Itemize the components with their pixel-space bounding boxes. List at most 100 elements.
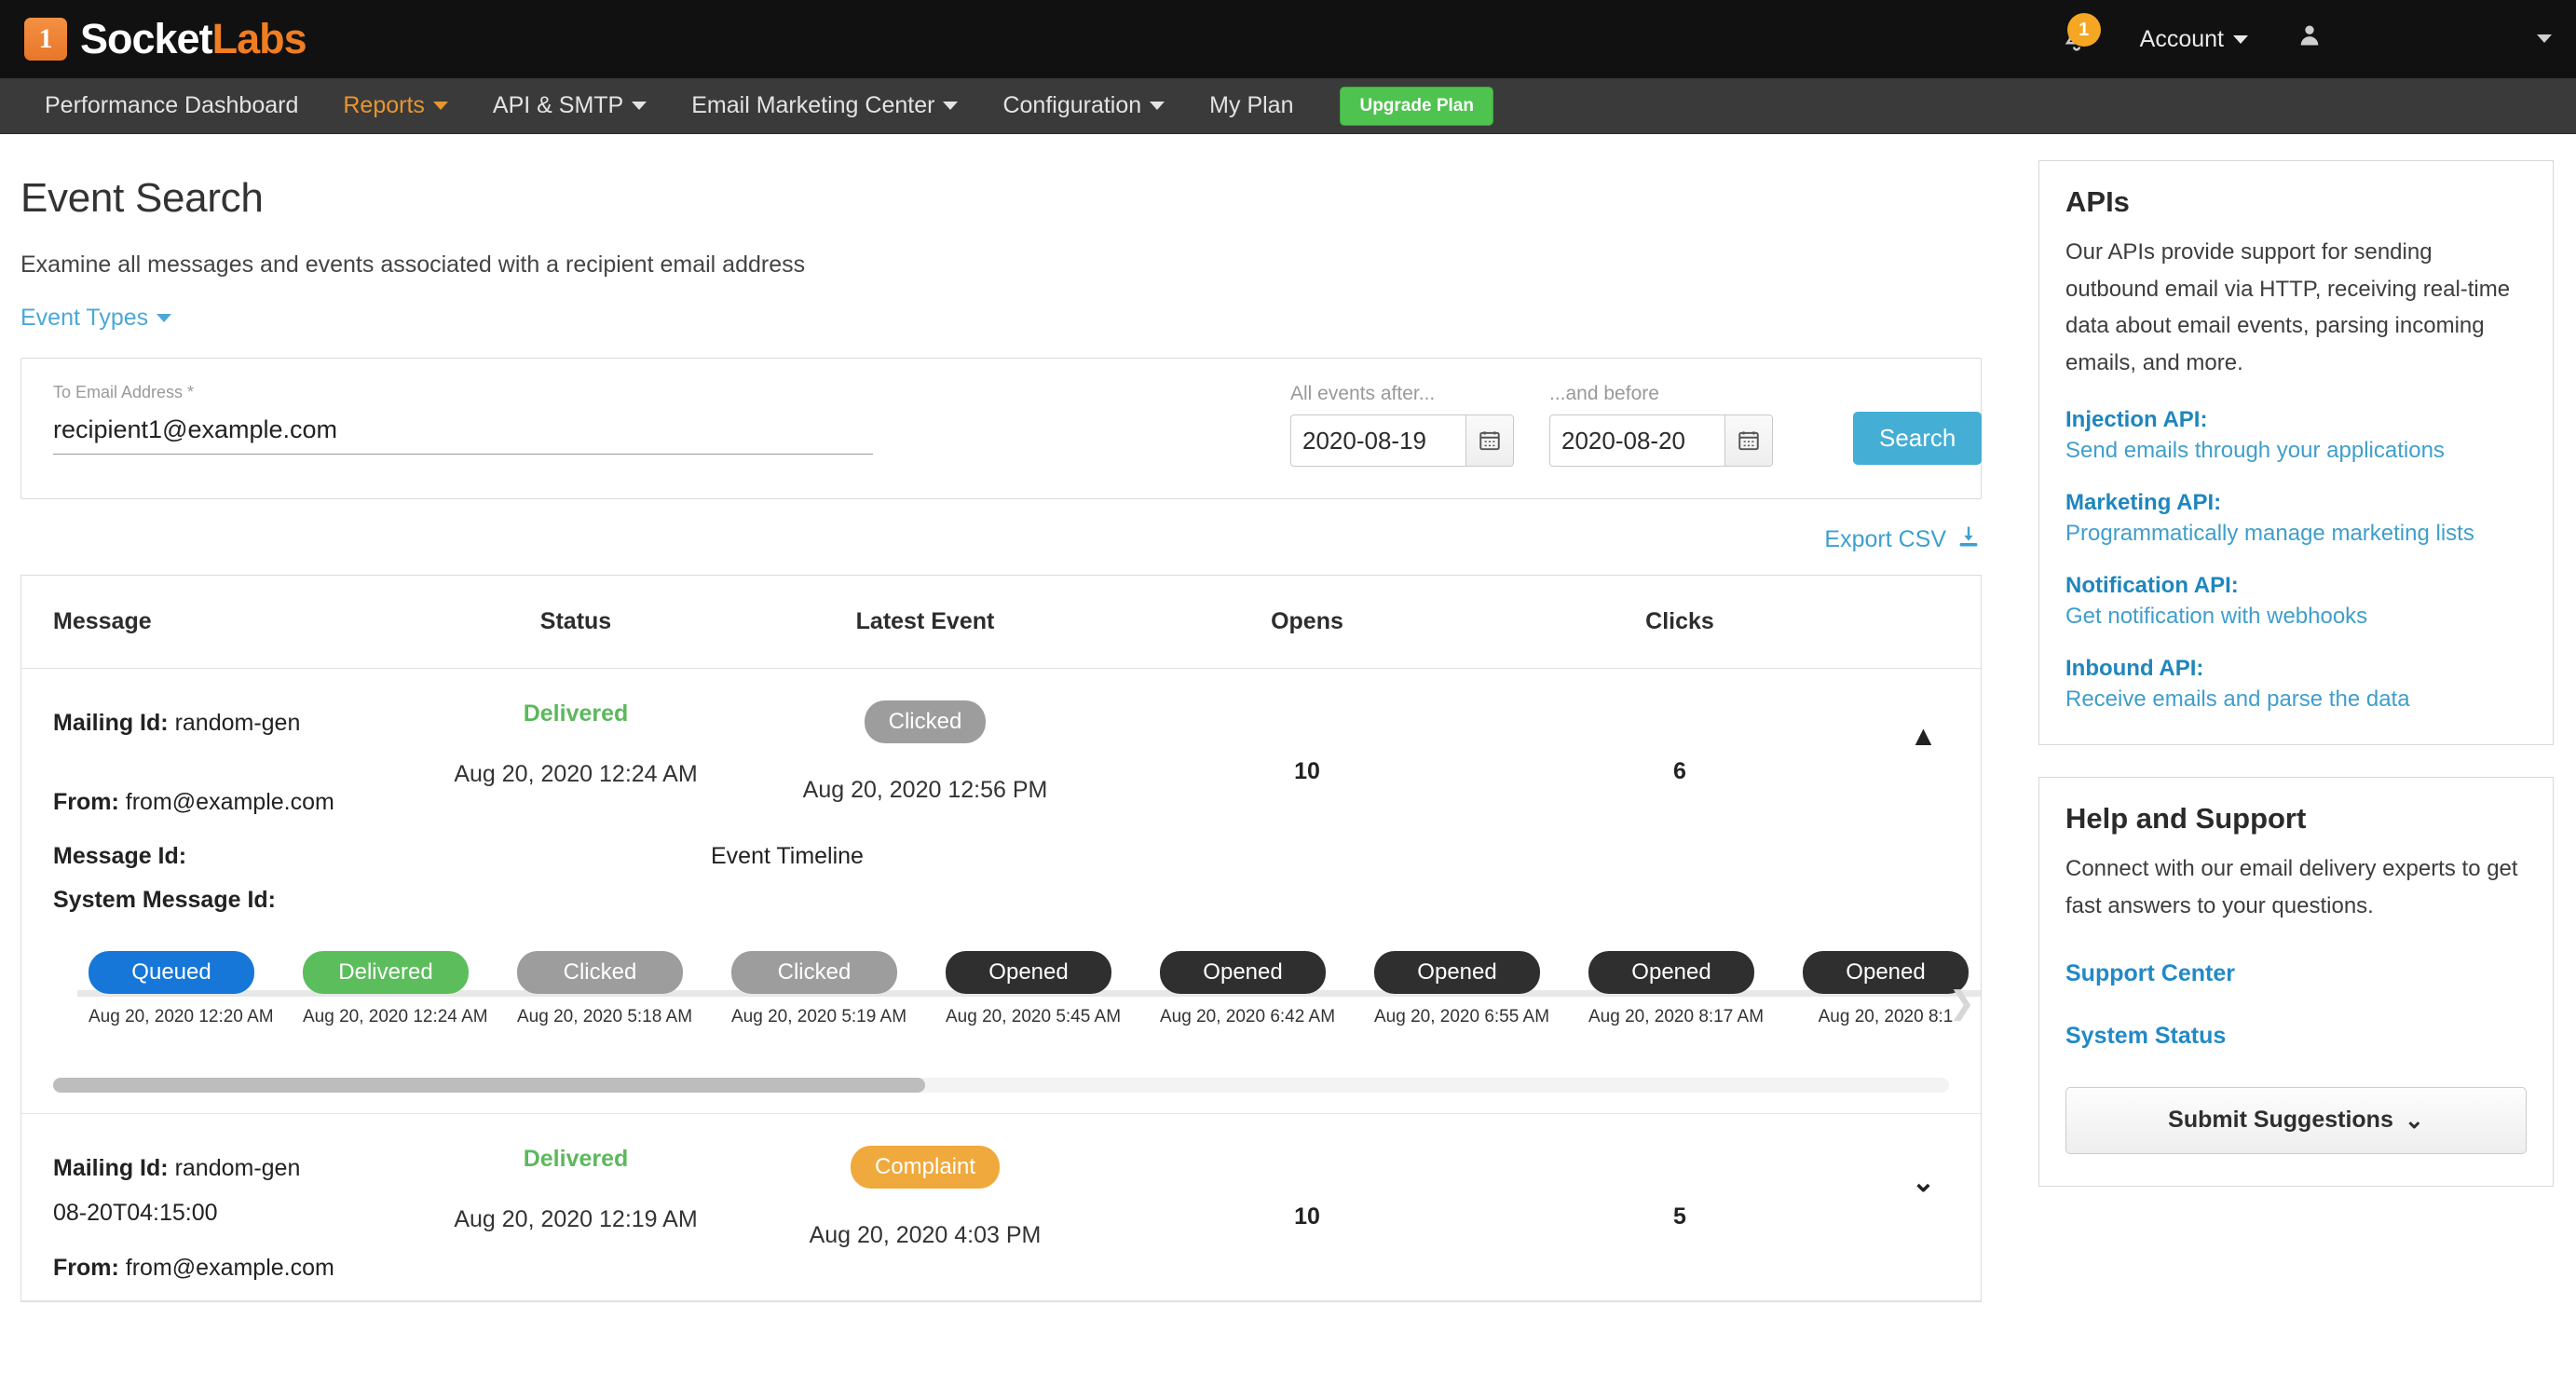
status-badge: Delivered xyxy=(523,700,629,727)
nav-label: My Plan xyxy=(1209,92,1294,118)
timeline-item[interactable]: Opened Aug 20, 2020 8:1 xyxy=(1803,950,1969,1027)
submit-suggestions-button[interactable]: Submit Suggestions ⌄ xyxy=(2065,1086,2527,1154)
logo-glyph: 1 xyxy=(38,23,53,54)
chevron-down-icon xyxy=(157,314,172,322)
timeline-item[interactable]: Queued Aug 20, 2020 12:20 AM xyxy=(89,950,274,1027)
email-field-group: To Email Address * xyxy=(53,383,873,455)
timeline-event-badge: Queued xyxy=(89,950,254,994)
status-badge: Delivered xyxy=(523,1145,629,1172)
column-header-message: Message xyxy=(53,608,152,634)
header-right-controls: 1 Account xyxy=(2047,0,2552,78)
events-after-datepicker[interactable]: 2020-08-19 xyxy=(1290,415,1514,467)
chevron-down-icon[interactable]: ⌄ xyxy=(1912,1166,1935,1291)
date-range-group: All events after... 2020-08-19 ...and be… xyxy=(1290,383,1983,467)
latest-event-badge: Complaint xyxy=(850,1145,1001,1189)
timeline-item[interactable]: Delivered Aug 20, 2020 12:24 AM xyxy=(303,950,488,1027)
page-subtitle: Examine all messages and events associat… xyxy=(20,251,806,278)
timeline-item[interactable]: Opened Aug 20, 2020 6:55 AM xyxy=(1374,950,1550,1027)
from-line: From: from@example.com xyxy=(53,780,422,825)
search-button[interactable]: Search xyxy=(1853,412,1983,465)
timeline-item[interactable]: Opened Aug 20, 2020 5:45 AM xyxy=(946,950,1121,1027)
nav-label: API & SMTP xyxy=(492,92,624,118)
brand-logo[interactable]: 1 SocketLabs xyxy=(24,15,307,63)
api-link-inbound[interactable]: Inbound API: Receive emails and parse th… xyxy=(2065,656,2527,713)
socketlabs-logo-icon: 1 xyxy=(24,18,67,61)
calendar-icon[interactable] xyxy=(1465,415,1514,467)
event-types-filter-toggle[interactable]: Event Types xyxy=(20,305,172,332)
user-avatar-icon[interactable] xyxy=(2297,21,2323,57)
clicks-cell: 6 xyxy=(1673,758,1686,784)
timeline-item[interactable]: Clicked Aug 20, 2020 5:19 AM xyxy=(731,950,906,1027)
from-label: From: xyxy=(53,788,119,815)
event-timeline-title: Event Timeline xyxy=(711,842,864,869)
email-field-label: To Email Address * xyxy=(53,383,195,401)
column-header-clicks: Clicks xyxy=(1645,608,1714,634)
logo-word-socket: Socket xyxy=(80,15,213,62)
download-icon xyxy=(1956,523,1982,556)
message-ids-block: Message Id: System Message Id: Event Tim… xyxy=(21,835,1981,923)
api-link-name: Marketing API: xyxy=(2065,490,2222,516)
system-message-id-label: System Message Id: xyxy=(53,887,276,913)
event-timeline[interactable]: Queued Aug 20, 2020 12:20 AM Delivered A… xyxy=(21,950,1981,1053)
calendar-icon[interactable] xyxy=(1724,415,1773,467)
apis-card-description: Our APIs provide support for sending out… xyxy=(2065,239,2511,375)
row-toggle-cell[interactable]: ⌄ xyxy=(1866,1146,1981,1291)
timeline-item[interactable]: Opened Aug 20, 2020 8:17 AM xyxy=(1588,950,1764,1027)
right-sidebar: APIs Our APIs provide support for sendin… xyxy=(2012,134,2576,1400)
nav-label: Configuration xyxy=(1002,92,1142,118)
chevron-up-icon[interactable]: ▲ xyxy=(1910,721,1938,825)
results-table: Message Status Latest Event Opens Clicks… xyxy=(20,575,1982,1302)
account-menu[interactable]: Account xyxy=(2140,26,2248,53)
nav-item-my-plan[interactable]: My Plan xyxy=(1187,78,1315,133)
notifications-button[interactable]: 1 xyxy=(2047,11,2106,67)
timeline-event-badge: Delivered xyxy=(303,950,469,994)
nav-item-api-smtp[interactable]: API & SMTP xyxy=(470,78,669,133)
nav-item-performance-dashboard[interactable]: Performance Dashboard xyxy=(22,78,320,133)
timeline-event-date: Aug 20, 2020 12:24 AM xyxy=(303,1006,488,1026)
timeline-event-badge: Clicked xyxy=(731,950,897,994)
nav-item-reports[interactable]: Reports xyxy=(320,78,470,133)
chevron-down-icon xyxy=(943,102,959,110)
page-title: Event Search xyxy=(20,175,264,221)
help-card-title: Help and Support xyxy=(2065,802,2307,836)
timeline-event-badge: Opened xyxy=(1160,950,1326,994)
scrollbar-thumb[interactable] xyxy=(53,1077,926,1093)
account-menu-label: Account xyxy=(2139,25,2224,52)
timeline-horizontal-scrollbar[interactable] xyxy=(53,1077,1949,1093)
nav-item-configuration[interactable]: Configuration xyxy=(980,78,1187,133)
events-after-value[interactable]: 2020-08-19 xyxy=(1290,415,1465,467)
timeline-event-date: Aug 20, 2020 6:55 AM xyxy=(1374,1006,1550,1026)
table-row-summary: Mailing Id: random-gen From: from@exampl… xyxy=(21,669,1981,835)
timeline-next-arrow-icon[interactable]: ❯ xyxy=(1949,985,1976,1022)
nav-label: Reports xyxy=(343,92,425,118)
api-link-injection[interactable]: Injection API: Send emails through your … xyxy=(2065,407,2527,464)
events-before-datepicker[interactable]: 2020-08-20 xyxy=(1549,415,1773,467)
events-after-label: All events after... xyxy=(1290,383,1436,404)
timeline-item[interactable]: Opened Aug 20, 2020 6:42 AM xyxy=(1160,950,1335,1027)
events-before-value[interactable]: 2020-08-20 xyxy=(1549,415,1724,467)
table-row[interactable]: Mailing Id: random-gen 08-20T04:15:00 Fr… xyxy=(21,1114,1981,1301)
support-center-link[interactable]: Support Center xyxy=(2065,960,2527,987)
message-id-label: Message Id: xyxy=(53,842,187,869)
api-link-marketing[interactable]: Marketing API: Programmatically manage m… xyxy=(2065,490,2527,547)
system-status-link[interactable]: System Status xyxy=(2065,1023,2527,1050)
header-overflow-chevron-down-icon[interactable] xyxy=(2537,31,2552,48)
column-header-status: Status xyxy=(539,608,612,634)
row-toggle-cell[interactable]: ▲ xyxy=(1866,700,1981,825)
chevron-down-icon xyxy=(432,102,448,110)
table-row[interactable]: Mailing Id: random-gen From: from@exampl… xyxy=(21,669,1981,1114)
api-link-name: Inbound API: xyxy=(2065,656,2204,682)
nav-item-email-marketing-center[interactable]: Email Marketing Center xyxy=(669,78,980,133)
timeline-item[interactable]: Clicked Aug 20, 2020 5:18 AM xyxy=(517,950,692,1027)
event-types-label: Event Types xyxy=(20,305,149,331)
top-header-bar: 1 SocketLabs 1 Account xyxy=(0,0,2576,78)
timeline-event-badge: Opened xyxy=(1374,950,1540,994)
help-and-support-card: Help and Support Connect with our email … xyxy=(2038,777,2554,1187)
upgrade-plan-button[interactable]: Upgrade Plan xyxy=(1340,86,1493,126)
api-link-notification[interactable]: Notification API: Get notification with … xyxy=(2065,573,2527,630)
to-email-address-input[interactable] xyxy=(53,415,873,455)
chevron-down-icon xyxy=(632,102,647,110)
opens-cell: 10 xyxy=(1294,758,1320,784)
events-after-group: All events after... 2020-08-19 xyxy=(1290,383,1514,467)
export-csv-link[interactable]: Export CSV xyxy=(1824,523,1982,556)
